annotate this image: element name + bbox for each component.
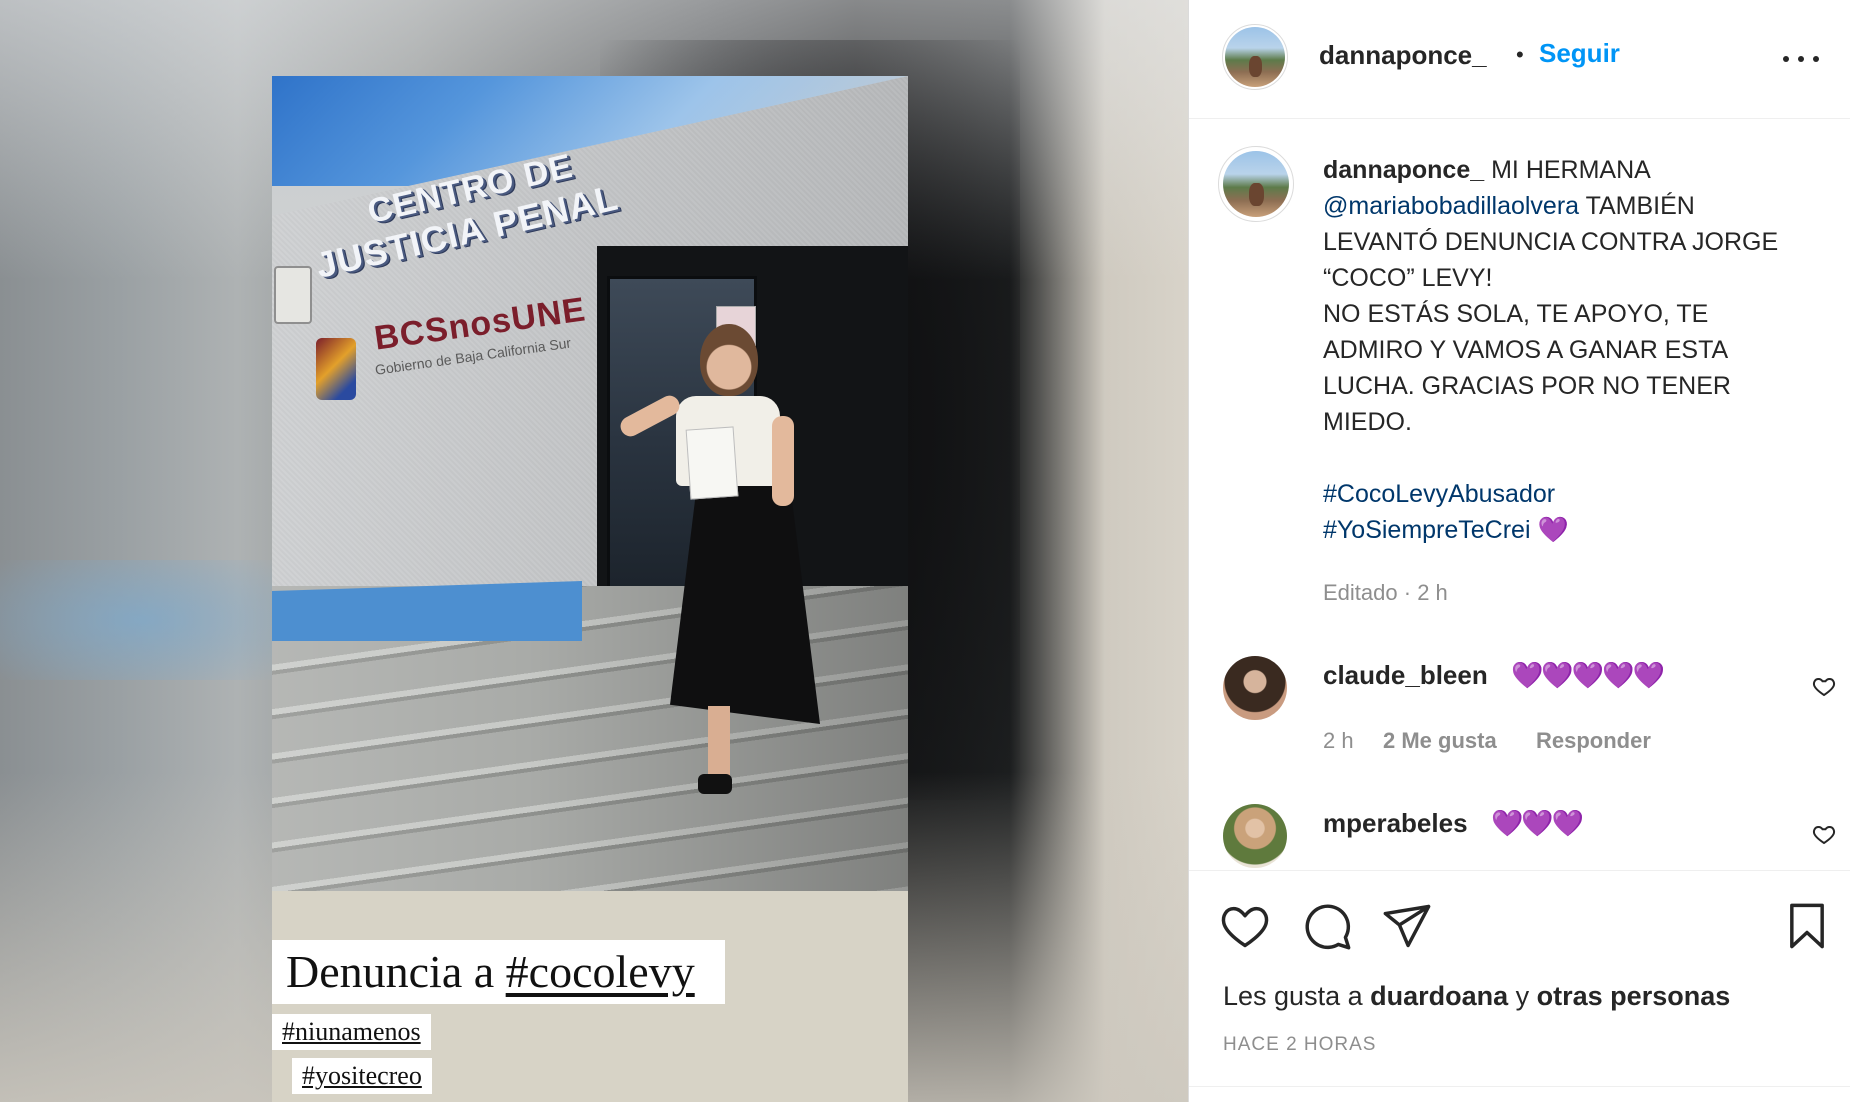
- caption-mention[interactable]: @mariabobadillaolvera: [1323, 192, 1579, 220]
- comment-username[interactable]: mperabeles: [1323, 808, 1468, 839]
- comment-like-heart-icon[interactable]: [1811, 822, 1837, 846]
- author-avatar[interactable]: [1225, 27, 1285, 87]
- accessibility-ramp: [272, 581, 582, 641]
- government-seal: [274, 266, 312, 324]
- comment-username[interactable]: claude_bleen: [1323, 660, 1488, 691]
- post-sidebar: dannaponce_ • Seguir dannaponce_ MI HERM…: [1188, 0, 1850, 1102]
- comment-likes[interactable]: 2 Me gusta: [1383, 728, 1497, 754]
- comment-text: 💜💜💜: [1491, 808, 1584, 838]
- story-caption-tag: #cocolevy: [505, 946, 695, 997]
- caption-username[interactable]: dannaponce_: [1323, 156, 1484, 184]
- actions-divider: [1189, 870, 1850, 871]
- bcs-logo: [316, 338, 356, 400]
- bookmark-icon[interactable]: [1781, 900, 1833, 952]
- post-media[interactable]: CENTRO DE JUSTICIA PENAL BCSnosUNE Gobie…: [0, 0, 1188, 1102]
- comment-avatar[interactable]: [1223, 804, 1287, 868]
- follow-button[interactable]: Seguir: [1539, 38, 1620, 69]
- likes-summary: Les gusta a duardoana y otras personas: [1223, 981, 1731, 1011]
- comment-icon[interactable]: [1301, 900, 1353, 952]
- caption-paragraph-2: NO ESTÁS SOLA, TE APOYO, TE ADMIRO Y VAM…: [1323, 300, 1731, 436]
- edited-info: Editado · 2 h: [1323, 580, 1448, 605]
- bottom-divider: [1189, 1086, 1850, 1087]
- caption-hashtag-cocolevyabusador[interactable]: #CocoLevyAbusador: [1323, 476, 1793, 512]
- comment-text: 💜💜💜💜💜: [1511, 660, 1665, 690]
- comment-avatar[interactable]: [1223, 656, 1287, 720]
- caption-hashtag-line-2: #YoSiempreTeCrei 💜: [1323, 512, 1793, 548]
- post-caption: dannaponce_ MI HERMANA @mariabobadillaol…: [1323, 152, 1793, 548]
- purple-heart-emoji: 💜: [1537, 516, 1569, 544]
- likes-others-link[interactable]: otras personas: [1537, 981, 1731, 1011]
- media-background-highlight: [0, 560, 280, 680]
- comment-time[interactable]: 2 h: [1323, 728, 1354, 754]
- story-photo: CENTRO DE JUSTICIA PENAL BCSnosUNE Gobie…: [272, 76, 908, 891]
- caption-hashtag-yosiempretecrei[interactable]: #YoSiempreTeCrei: [1323, 516, 1531, 544]
- story-tag-yositecreo: #yositecreo: [292, 1058, 432, 1094]
- story-image: CENTRO DE JUSTICIA PENAL BCSnosUNE Gobie…: [272, 76, 908, 1102]
- author-username[interactable]: dannaponce_: [1319, 40, 1487, 71]
- held-document: [685, 426, 739, 500]
- heart-icon[interactable]: [1219, 900, 1271, 952]
- post-header: dannaponce_ • Seguir: [1189, 0, 1850, 119]
- send-icon[interactable]: [1381, 900, 1433, 952]
- story-tag-niunamenos: #niunamenos: [272, 1014, 431, 1050]
- comment-like-heart-icon[interactable]: [1811, 674, 1837, 698]
- caption-paragraph-1: dannaponce_ MI HERMANA @mariabobadillaol…: [1323, 156, 1779, 292]
- post-timestamp[interactable]: HACE 2 HORAS: [1223, 1034, 1376, 1056]
- caption-author-avatar[interactable]: [1223, 151, 1289, 217]
- edited-time[interactable]: 2 h: [1417, 580, 1448, 605]
- comment-reply-button[interactable]: Responder: [1536, 728, 1651, 754]
- likes-user[interactable]: duardoana: [1370, 981, 1508, 1011]
- more-horizontal-icon[interactable]: [1781, 44, 1821, 74]
- header-separator: •: [1516, 42, 1524, 67]
- story-caption-main: Denuncia a #cocolevy: [272, 940, 725, 1004]
